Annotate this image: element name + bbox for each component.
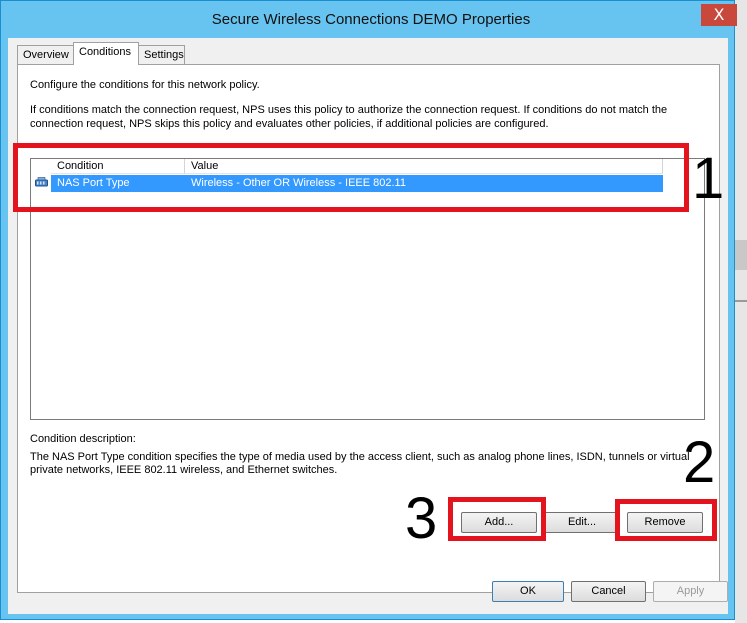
annotation-box-conditions [13, 143, 689, 212]
cancel-button[interactable]: Cancel [571, 581, 646, 602]
ok-button-label: OK [520, 585, 536, 597]
close-icon: X [713, 5, 725, 24]
condition-description-line2: private networks, IEEE 802.11 wireless, … [30, 464, 338, 476]
title-bar[interactable]: Secure Wireless Connections DEMO Propert… [1, 1, 734, 37]
edit-button-label: Edit... [567, 516, 597, 528]
background-window-edge [735, 0, 747, 623]
tab-overview-label: Overview [23, 49, 69, 61]
edit-button[interactable]: Edit... [544, 512, 620, 533]
annotation-number-2: 2 [683, 430, 716, 495]
close-button[interactable]: X [701, 4, 737, 26]
cancel-button-label: Cancel [591, 585, 626, 597]
apply-button-label: Apply [676, 585, 705, 597]
intro-text: Configure the conditions for this networ… [30, 79, 260, 91]
tab-overview[interactable]: Overview [17, 45, 74, 64]
annotation-box-add [448, 497, 546, 541]
annotation-box-remove [615, 499, 717, 541]
annotation-number-1: 1 [692, 146, 725, 211]
background-stripe [735, 240, 747, 270]
apply-button[interactable]: Apply [653, 581, 728, 602]
condition-description-label: Condition description: [30, 433, 136, 445]
annotation-number-3: 3 [405, 486, 438, 551]
explanation-text-line1: If conditions match the connection reque… [30, 104, 668, 116]
tab-conditions-label: Conditions [79, 46, 131, 58]
condition-description-line1: The NAS Port Type condition specifies th… [30, 451, 690, 463]
window-title: Secure Wireless Connections DEMO Propert… [211, 11, 531, 28]
background-line [735, 300, 747, 302]
ok-button[interactable]: OK [492, 581, 564, 602]
tab-conditions[interactable]: Conditions [73, 42, 139, 65]
tab-settings[interactable]: Settings [138, 45, 185, 64]
tab-settings-label: Settings [144, 49, 184, 61]
explanation-text-line2: connection request, NPS skips this polic… [30, 118, 549, 130]
